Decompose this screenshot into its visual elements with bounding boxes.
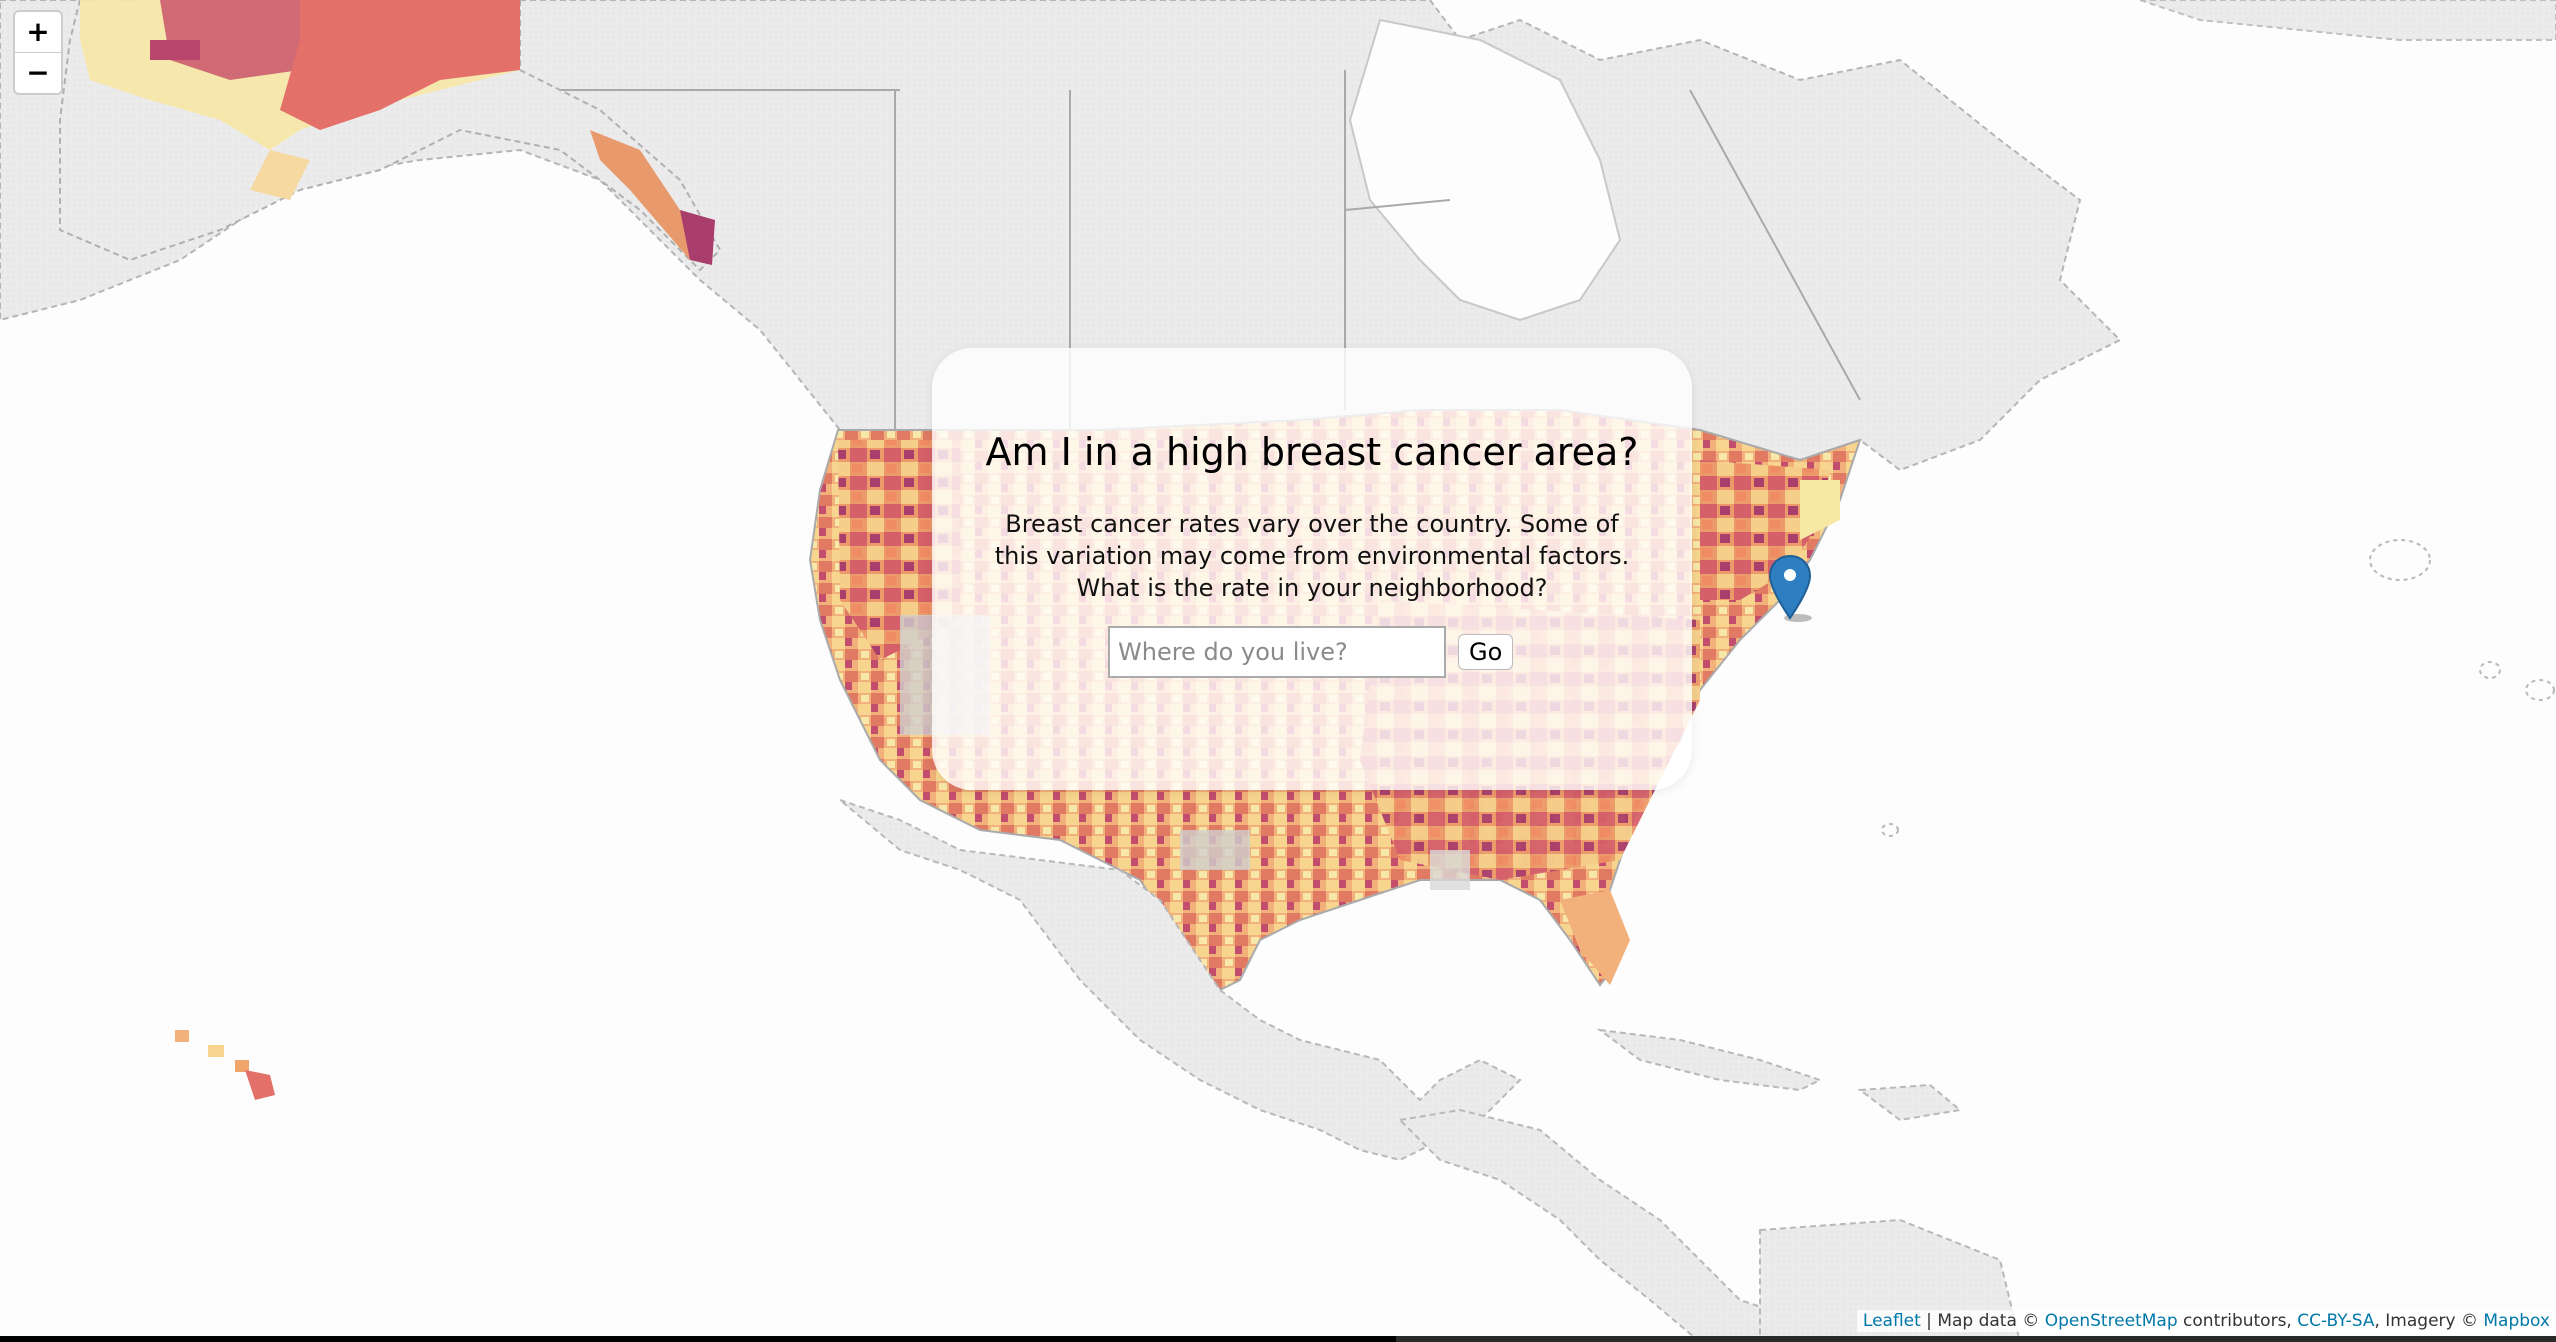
attribution-sep: | Map data ©: [1920, 1311, 2045, 1331]
panel-description: Breast cancer rates vary over the countr…: [994, 510, 1630, 602]
land-cuba: [1596, 1028, 1823, 1092]
search-form: Go: [932, 626, 1692, 678]
zoom-in-button[interactable]: +: [15, 12, 61, 53]
zoom-out-button[interactable]: −: [15, 53, 61, 93]
horizontal-scrollbar[interactable]: [0, 1336, 2556, 1342]
scrollbar-thumb[interactable]: [0, 1336, 1396, 1342]
go-button[interactable]: Go: [1458, 634, 1514, 670]
map-attribution: Leaflet | Map data © OpenStreetMap contr…: [1856, 1310, 2556, 1332]
land-central-america: [1397, 1108, 1802, 1342]
map-pin-icon[interactable]: [1768, 554, 1812, 624]
land-greenland: [2139, 0, 2556, 41]
panel-title: Am I in a high breast cancer area?: [985, 430, 1639, 474]
openstreetmap-link[interactable]: OpenStreetMap: [2045, 1311, 2178, 1331]
land-hawaii: [175, 1030, 275, 1100]
intro-panel: Am I in a high breast cancer area? Breas…: [932, 348, 1692, 790]
location-search-input[interactable]: [1108, 626, 1446, 678]
license-link[interactable]: CC-BY-SA: [2297, 1311, 2374, 1331]
attribution-contributors: contributors,: [2177, 1311, 2298, 1331]
land-hispaniola: [1857, 1083, 1963, 1122]
map-canvas[interactable]: + − Am I in a high breast cancer area? B…: [0, 0, 2556, 1342]
leaflet-link[interactable]: Leaflet: [1863, 1311, 1921, 1331]
attribution-imagery: , Imagery ©: [2374, 1311, 2484, 1331]
zoom-control: + −: [13, 10, 63, 95]
mapbox-link[interactable]: Mapbox: [2483, 1311, 2550, 1331]
